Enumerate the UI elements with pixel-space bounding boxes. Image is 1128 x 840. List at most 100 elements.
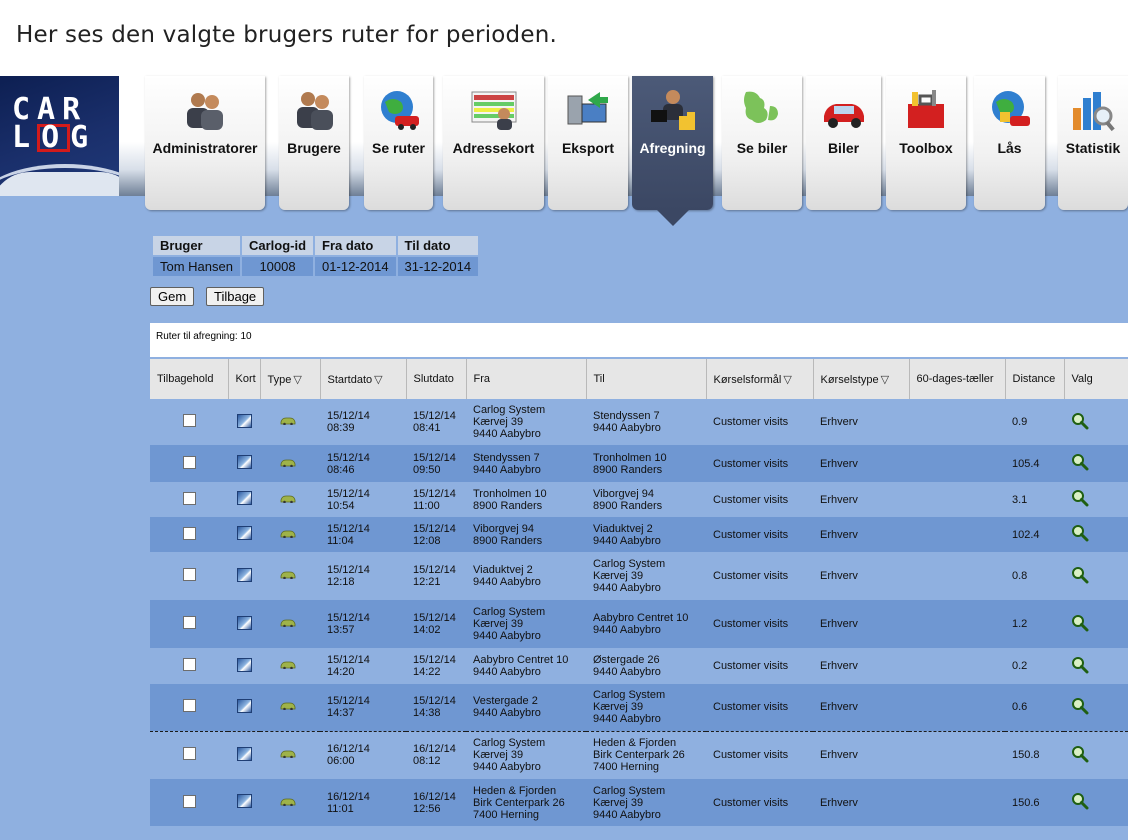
table-row[interactable]: 16/12/14 06:00 16/12/14 08:12 Carlog System K… bbox=[150, 730, 1128, 779]
nav-tab-adressekort[interactable]: Adressekort bbox=[443, 76, 544, 210]
nav-tab-label: Adressekort bbox=[452, 140, 535, 156]
hold-checkbox[interactable] bbox=[182, 568, 196, 581]
type-cell bbox=[260, 648, 320, 684]
column-header[interactable]: Startdato ▽ bbox=[320, 359, 407, 399]
nav-tab-biler[interactable]: Biler bbox=[806, 76, 881, 210]
hold-checkbox[interactable] bbox=[182, 455, 196, 469]
column-header[interactable]: Kørselstype ▽ bbox=[813, 359, 910, 399]
map-icon[interactable] bbox=[236, 698, 252, 713]
magnifier-icon[interactable] bbox=[1071, 566, 1089, 584]
type-cell bbox=[260, 445, 320, 482]
save-button[interactable]: Gem bbox=[150, 287, 195, 306]
admin-users-icon bbox=[181, 88, 229, 132]
hold-checkbox[interactable] bbox=[182, 526, 196, 540]
nav-tab-administratorer[interactable]: Administratorer bbox=[145, 76, 265, 210]
table-row[interactable]: 15/12/14 13:57 15/12/14 14:02 Carlog System K… bbox=[150, 600, 1128, 648]
table-row[interactable]: 15/12/14 10:54 15/12/14 11:00 Tronholmen 10 8… bbox=[150, 482, 1128, 517]
nav-tab-toolbox[interactable]: Toolbox bbox=[886, 76, 966, 210]
car-type-icon bbox=[280, 494, 296, 503]
magnifier-icon[interactable] bbox=[1071, 524, 1089, 542]
carlog-logo[interactable]: CAR LOG bbox=[0, 76, 119, 196]
table-row[interactable]: 16/12/14 11:01 16/12/14 12:56 Heden & Fjorde… bbox=[150, 779, 1128, 826]
filter-icon[interactable]: ▽ bbox=[374, 374, 382, 386]
nav-tab-brugere[interactable]: Brugere bbox=[279, 76, 349, 210]
distance-cell: 105.4 bbox=[1005, 445, 1064, 482]
column-header[interactable]: Slutdato bbox=[406, 359, 467, 399]
back-button[interactable]: Tilbage bbox=[206, 287, 265, 306]
magnifier-icon[interactable] bbox=[1071, 453, 1089, 471]
table-row[interactable]: 15/12/14 14:37 15/12/14 14:38 Vestergade 2 94… bbox=[150, 684, 1128, 731]
column-header[interactable]: Til bbox=[586, 359, 707, 399]
from-address-cell: Stendyssen 7 9440 Aabybro bbox=[466, 445, 586, 482]
magnifier-icon[interactable] bbox=[1071, 614, 1089, 632]
start-date-cell: 15/12/14 11:04 bbox=[320, 517, 406, 552]
filter-icon[interactable]: ▽ bbox=[783, 374, 791, 386]
magnifier-icon[interactable] bbox=[1071, 489, 1089, 507]
hold-checkbox[interactable] bbox=[182, 616, 196, 629]
map-icon[interactable] bbox=[236, 526, 252, 540]
nav-tab-lås[interactable]: Lås bbox=[974, 76, 1045, 210]
hold-checkbox[interactable] bbox=[182, 794, 196, 808]
column-header[interactable]: 60-dages-tæller bbox=[909, 359, 1006, 399]
hold-checkbox[interactable] bbox=[182, 658, 196, 671]
nav-tab-label: Biler bbox=[827, 140, 860, 156]
hold-checkbox[interactable] bbox=[182, 414, 196, 427]
map-icon[interactable] bbox=[236, 615, 252, 630]
choose-cell bbox=[1064, 517, 1128, 552]
map-icon[interactable] bbox=[236, 491, 252, 505]
table-row[interactable]: 15/12/14 08:39 15/12/14 08:41 Carlog System K… bbox=[150, 399, 1128, 445]
table-row[interactable]: 15/12/14 08:46 15/12/14 09:50 Stendyssen 7 94… bbox=[150, 445, 1128, 482]
end-date-cell: 15/12/14 14:22 bbox=[406, 648, 466, 684]
map-cell bbox=[228, 779, 260, 826]
map-icon[interactable] bbox=[236, 455, 252, 469]
column-header[interactable]: Kort bbox=[228, 359, 261, 399]
nav-tab-eksport[interactable]: Eksport bbox=[548, 76, 628, 210]
end-date-cell: 15/12/14 09:50 bbox=[406, 445, 466, 482]
magnifier-icon[interactable] bbox=[1071, 656, 1089, 674]
nav-tab-se-ruter[interactable]: Se ruter bbox=[364, 76, 433, 210]
export-icon bbox=[564, 88, 612, 132]
hold-checkbox[interactable] bbox=[182, 747, 196, 761]
column-header[interactable]: Fra bbox=[466, 359, 587, 399]
nav-tab-afregning[interactable]: Afregning bbox=[632, 76, 713, 210]
table-row[interactable]: 15/12/14 11:04 15/12/14 12:08 Viborgvej 94 89… bbox=[150, 517, 1128, 552]
routes-table: Tilbagehold Kort Type ▽ Startdato ▽ Slutdato Fr… bbox=[150, 359, 1128, 826]
magnifier-icon[interactable] bbox=[1071, 745, 1089, 763]
hold-cell bbox=[150, 552, 228, 600]
map-icon[interactable] bbox=[236, 794, 252, 808]
start-date-cell: 15/12/14 08:46 bbox=[320, 445, 406, 482]
magnifier-icon[interactable] bbox=[1071, 792, 1089, 810]
map-cell bbox=[228, 445, 260, 482]
magnifier-icon[interactable] bbox=[1071, 412, 1089, 430]
column-header[interactable]: Valg bbox=[1064, 359, 1128, 399]
magnifier-icon[interactable] bbox=[1071, 697, 1089, 715]
table-row[interactable]: 15/12/14 12:18 15/12/14 12:21 Viaduktvej 2 94… bbox=[150, 552, 1128, 600]
from-address-cell: Vestergade 2 9440 Aabybro bbox=[466, 684, 586, 731]
map-denmark-icon bbox=[738, 88, 786, 132]
filter-icon[interactable]: ▽ bbox=[293, 374, 301, 386]
car-type-icon bbox=[280, 618, 296, 628]
car-type-icon bbox=[280, 570, 296, 580]
end-date-cell: 15/12/14 12:08 bbox=[406, 517, 466, 552]
column-header[interactable]: Type ▽ bbox=[260, 359, 321, 399]
filter-icon[interactable]: ▽ bbox=[881, 374, 889, 386]
nav-tab-se-biler[interactable]: Se biler bbox=[722, 76, 802, 210]
column-header[interactable]: Kørselsformål ▽ bbox=[706, 359, 814, 399]
hold-checkbox[interactable] bbox=[182, 491, 196, 505]
caption: Her ses den valgte brugers ruter for per… bbox=[16, 22, 557, 48]
map-icon[interactable] bbox=[236, 657, 252, 672]
map-icon[interactable] bbox=[236, 413, 252, 428]
start-date-cell: 15/12/14 14:37 bbox=[320, 684, 406, 731]
column-header[interactable]: Tilbagehold bbox=[150, 359, 229, 399]
choose-cell bbox=[1064, 445, 1128, 482]
nav-tab-statistik[interactable]: Statistik bbox=[1058, 76, 1128, 210]
map-icon[interactable] bbox=[236, 746, 252, 761]
column-header[interactable]: Distance bbox=[1005, 359, 1065, 399]
end-date-cell: 15/12/14 11:00 bbox=[406, 482, 466, 517]
map-icon[interactable] bbox=[236, 567, 252, 582]
hold-checkbox[interactable] bbox=[182, 699, 196, 713]
drive-type-cell: Erhverv bbox=[813, 648, 909, 684]
to-address-cell: Aabybro Centret 10 9440 Aabybro bbox=[586, 600, 706, 648]
drive-type-cell: Erhverv bbox=[813, 482, 909, 517]
table-row[interactable]: 15/12/14 14:20 15/12/14 14:22 Aabybro Centre… bbox=[150, 648, 1128, 684]
